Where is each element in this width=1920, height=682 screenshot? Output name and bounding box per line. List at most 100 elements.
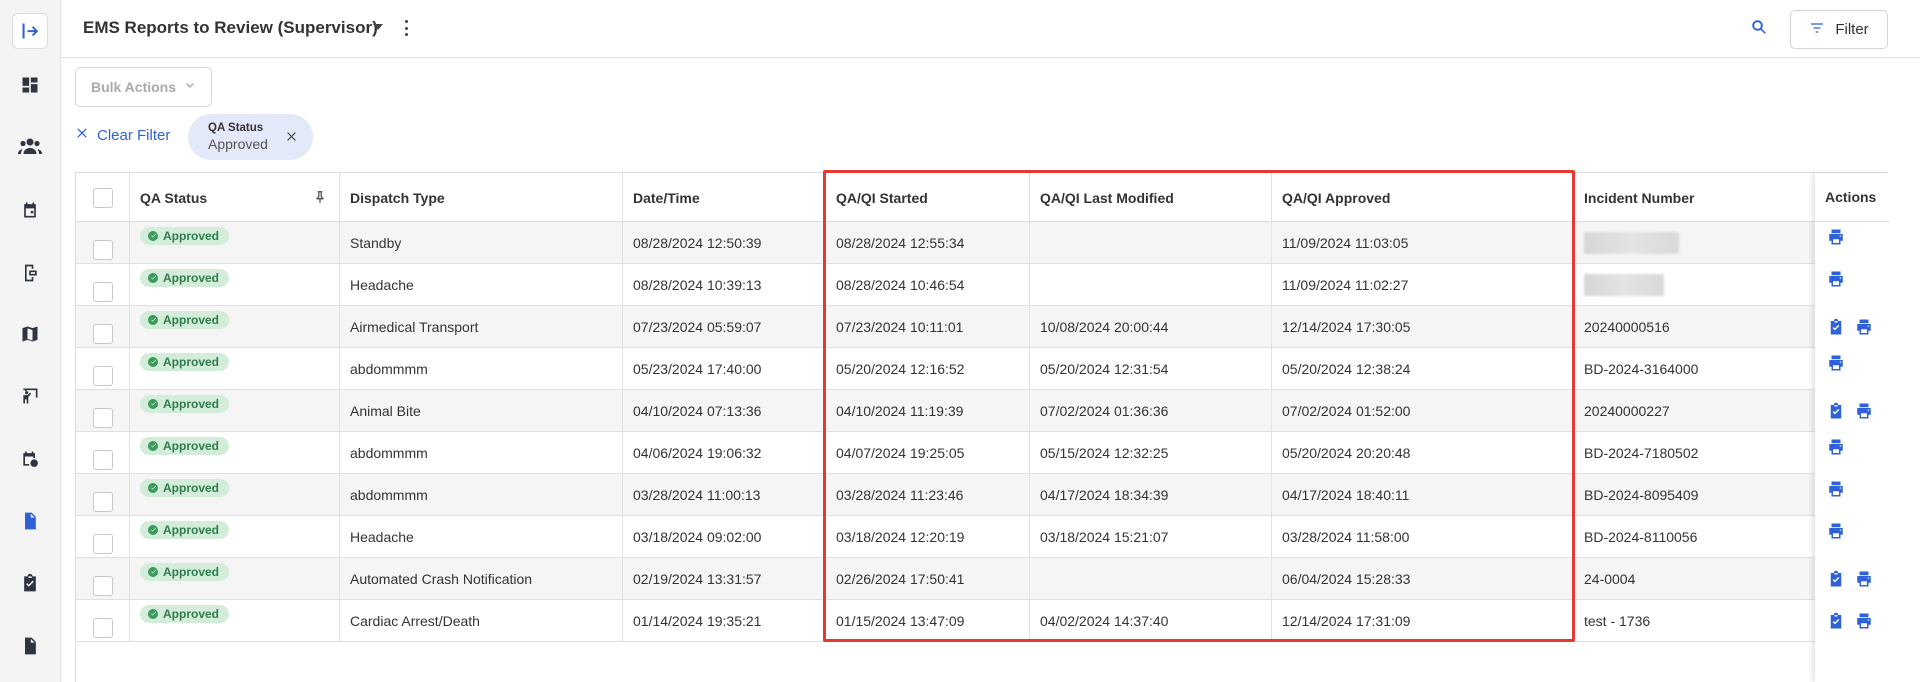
filter-icon xyxy=(1809,20,1825,40)
print-icon[interactable] xyxy=(1855,318,1873,336)
bulk-actions-button[interactable]: Bulk Actions xyxy=(75,67,212,107)
column-header-qa-qi-last-modified[interactable]: QA/QI Last Modified xyxy=(1030,173,1272,222)
row-checkbox[interactable] xyxy=(93,281,113,302)
row-checkbox[interactable] xyxy=(93,407,113,428)
datetime-cell: 02/19/2024 13:31:57 xyxy=(623,558,826,599)
datetime-value: 04/10/2024 07:13:36 xyxy=(633,402,762,419)
remove-filter-icon[interactable] xyxy=(285,130,298,143)
column-header-incident-number[interactable]: Incident Number xyxy=(1574,173,1815,222)
qa-status-cell: Approved xyxy=(130,558,340,599)
started-value: 05/20/2024 12:16:52 xyxy=(836,360,965,377)
datetime-cell: 08/28/2024 12:50:39 xyxy=(623,222,826,263)
approved-value: 05/20/2024 20:20:48 xyxy=(1282,444,1411,461)
review-clipboard-icon[interactable] xyxy=(1827,570,1845,588)
column-header-dispatch-type[interactable]: Dispatch Type xyxy=(340,173,623,222)
review-clipboard-icon[interactable] xyxy=(1827,612,1845,630)
people-icon[interactable] xyxy=(12,129,48,165)
table-row[interactable]: Approved Standby 08/28/2024 12:50:39 08/28/… xyxy=(76,222,1887,264)
approved-value: 12/14/2024 17:30:05 xyxy=(1282,318,1411,335)
print-icon[interactable] xyxy=(1827,438,1845,456)
table-row[interactable]: Approved abdommmm 04/06/2024 19:06:32 04/07… xyxy=(76,432,1887,474)
column-header-qa-qi-started[interactable]: QA/QI Started xyxy=(826,173,1030,222)
review-clipboard-icon[interactable] xyxy=(1827,402,1845,420)
print-icon[interactable] xyxy=(1827,354,1845,372)
datetime-cell: 07/23/2024 05:59:07 xyxy=(623,306,826,347)
datetime-cell: 04/10/2024 07:13:36 xyxy=(623,390,826,431)
status-badge: Approved xyxy=(140,352,230,371)
device-icon[interactable] xyxy=(12,255,48,291)
status-badge: Approved xyxy=(140,436,230,455)
collapse-sidebar-icon[interactable] xyxy=(12,13,48,49)
print-icon[interactable] xyxy=(1855,402,1873,420)
row-actions xyxy=(1815,516,1889,558)
datetime-value: 05/23/2024 17:40:00 xyxy=(633,360,762,377)
dispatch-cell: Headache xyxy=(340,264,623,305)
column-header-date-time[interactable]: Date/Time xyxy=(623,173,826,222)
qa-status-cell: Approved xyxy=(130,348,340,389)
approved-cell: 11/09/2024 11:03:05 xyxy=(1272,222,1574,263)
close-icon xyxy=(75,126,89,144)
print-icon[interactable] xyxy=(1855,612,1873,630)
status-badge-label: Approved xyxy=(163,480,220,495)
clipboard-check-icon[interactable] xyxy=(12,565,48,601)
incident-number: 24-0004 xyxy=(1584,570,1636,587)
incident-number-cell: test - 1736 xyxy=(1574,600,1815,641)
document-edit-icon[interactable] xyxy=(12,628,48,664)
table-row[interactable]: Approved Headache 03/18/2024 09:02:00 03/18… xyxy=(76,516,1887,558)
print-icon[interactable] xyxy=(1827,522,1845,540)
table-row[interactable]: Approved Headache 08/28/2024 10:39:13 08/28… xyxy=(76,264,1887,306)
dispatch-cell: Standby xyxy=(340,222,623,263)
table-row[interactable]: Approved abdommmm 05/23/2024 17:40:00 05/20… xyxy=(76,348,1887,390)
dispatch-value: abdommmm xyxy=(350,360,428,377)
calendar-icon[interactable] xyxy=(12,192,48,228)
select-all-checkbox[interactable] xyxy=(93,187,113,208)
status-badge-label: Approved xyxy=(163,606,220,621)
map-icon[interactable] xyxy=(12,316,48,352)
dashboard-icon[interactable] xyxy=(12,67,48,103)
search-icon[interactable] xyxy=(1750,18,1772,40)
calendar-clock-icon[interactable] xyxy=(12,441,48,477)
column-header-label: Incident Number xyxy=(1584,189,1695,206)
row-select-cell xyxy=(76,306,130,347)
report-document-icon[interactable] xyxy=(12,503,48,539)
print-icon[interactable] xyxy=(1855,570,1873,588)
chevron-down-icon[interactable] xyxy=(373,24,383,30)
filter-button[interactable]: Filter xyxy=(1790,10,1888,49)
modified-cell: 05/20/2024 12:31:54 xyxy=(1030,348,1272,389)
qa-status-cell: Approved xyxy=(130,432,340,473)
column-header-qa-status[interactable]: QA Status xyxy=(130,173,340,222)
row-checkbox[interactable] xyxy=(93,491,113,512)
column-header-qa-qi-approved[interactable]: QA/QI Approved xyxy=(1272,173,1574,222)
print-icon[interactable] xyxy=(1827,480,1845,498)
print-icon[interactable] xyxy=(1827,228,1845,246)
table-row[interactable]: Approved Cardiac Arrest/Death 01/14/2024 1… xyxy=(76,600,1887,642)
presentation-icon[interactable] xyxy=(12,378,48,414)
row-checkbox[interactable] xyxy=(93,617,113,638)
clear-filter-button[interactable]: Clear Filter xyxy=(75,126,170,144)
print-icon[interactable] xyxy=(1827,270,1845,288)
dispatch-value: abdommmm xyxy=(350,444,428,461)
row-checkbox[interactable] xyxy=(93,239,113,260)
table-row[interactable]: Approved Automated Crash Notification 02/1… xyxy=(76,558,1887,600)
row-checkbox[interactable] xyxy=(93,575,113,596)
table-row[interactable]: Approved abdommmm 03/28/2024 11:00:13 03/28… xyxy=(76,474,1887,516)
status-badge: Approved xyxy=(140,520,230,539)
row-checkbox[interactable] xyxy=(93,323,113,344)
dispatch-cell: Headache xyxy=(340,516,623,557)
dispatch-value: Automated Crash Notification xyxy=(350,570,533,587)
pin-icon[interactable] xyxy=(313,189,327,205)
dispatch-cell: abdommmm xyxy=(340,432,623,473)
check-icon xyxy=(148,566,158,577)
row-checkbox[interactable] xyxy=(93,449,113,470)
page-title[interactable]: EMS Reports to Review (Supervisor) xyxy=(83,18,378,38)
dispatch-cell: Airmedical Transport xyxy=(340,306,623,347)
table-row[interactable]: Approved Animal Bite 04/10/2024 07:13:36 04… xyxy=(76,390,1887,432)
table-row[interactable]: Approved Airmedical Transport 07/23/2024 0… xyxy=(76,306,1887,348)
row-checkbox[interactable] xyxy=(93,533,113,554)
started-cell: 01/15/2024 13:47:09 xyxy=(826,600,1030,641)
more-options-icon[interactable] xyxy=(403,20,409,36)
review-clipboard-icon[interactable] xyxy=(1827,318,1845,336)
approved-value: 03/28/2024 11:58:00 xyxy=(1282,528,1410,545)
row-checkbox[interactable] xyxy=(93,365,113,386)
row-actions xyxy=(1815,264,1889,306)
